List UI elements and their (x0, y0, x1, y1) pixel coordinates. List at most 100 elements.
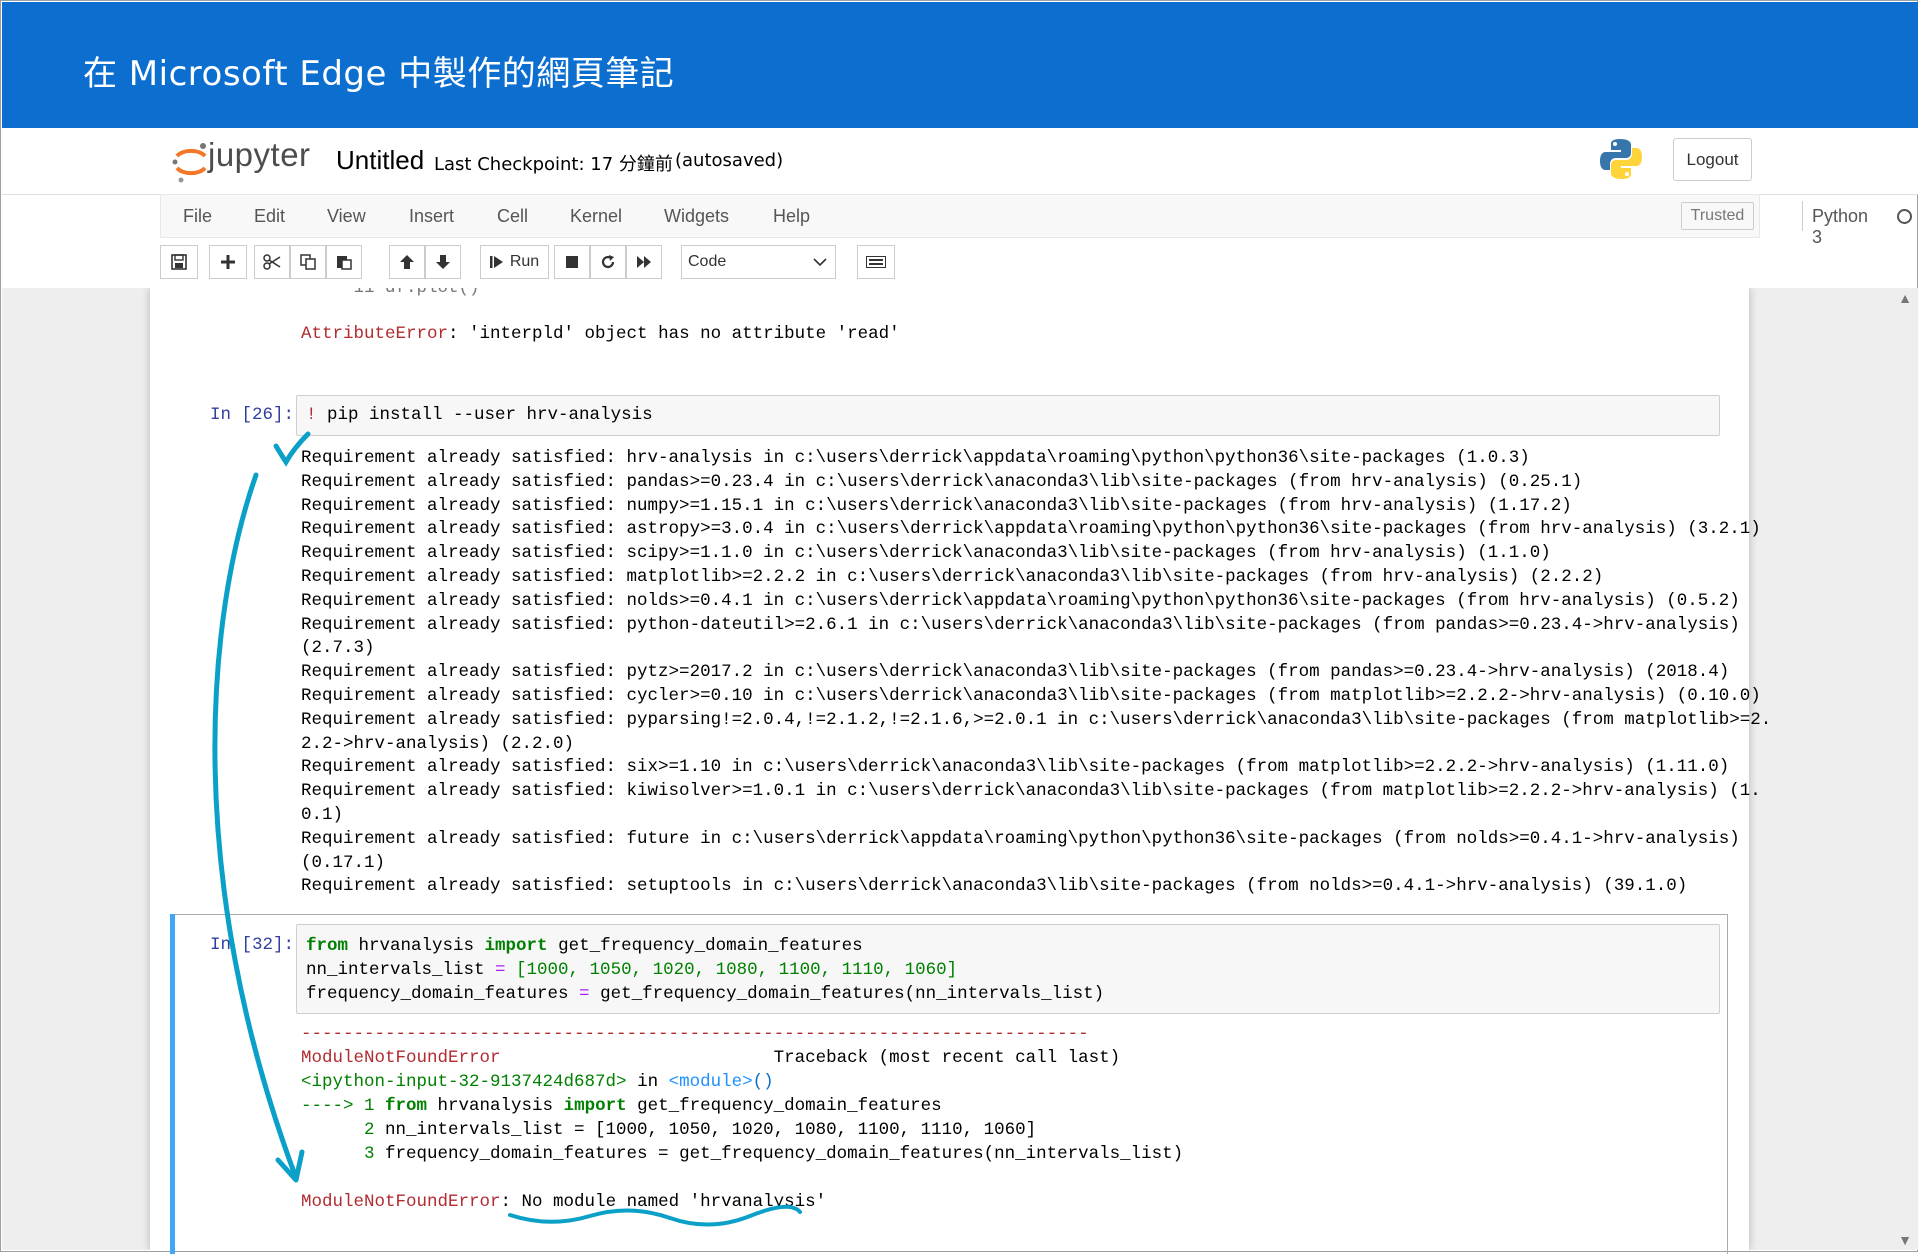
menu-cell[interactable]: Cell (497, 206, 528, 227)
restart-button[interactable] (590, 245, 626, 279)
pip-output-line: Requirement already satisfied: future in… (301, 828, 1740, 849)
move-up-button[interactable] (389, 245, 425, 279)
kernel-separator (1802, 201, 1803, 231)
jupyter-logo-text[interactable]: jupyter (208, 136, 311, 174)
final-error-name: ModuleNotFoundError (301, 1192, 501, 1212)
traceback-location: <ipython-input-32-9137424d687d> in <modu… (301, 1072, 774, 1092)
pip-output-line: Requirement already satisfied: hrv-analy… (301, 448, 1530, 468)
paste-icon (337, 256, 352, 270)
final-error-message: : No module named 'hrvanalysis' (500, 1192, 827, 1212)
pip-output-line: Requirement already satisfied: pytz>=201… (301, 662, 1730, 683)
line-number: 2 (301, 1120, 386, 1140)
traceback-line-3: 3 frequency_domain_features = get_freque… (301, 1144, 1183, 1164)
error-message: : 'interpld' object has no attribute 're… (448, 324, 900, 344)
pip-output-line: (0.17.1) (301, 852, 386, 873)
kw-import: import (484, 936, 548, 956)
menu-kernel[interactable]: Kernel (570, 206, 622, 227)
pip-command: pip install --user hrv-analysis (316, 405, 653, 425)
move-down-button[interactable] (425, 245, 461, 279)
banner-title: 在 Microsoft Edge 中製作的網頁筆記 (83, 54, 675, 94)
save-button[interactable] (160, 245, 198, 279)
traceback-dashes: ----------------------------------------… (301, 1024, 1089, 1044)
run-button[interactable]: Run (480, 245, 549, 279)
restart-run-all-button[interactable] (626, 245, 662, 279)
cell-type-select[interactable]: Code (681, 245, 836, 279)
pip-output-line: (2.7.3) (301, 638, 375, 659)
final-error-line: ModuleNotFoundError: No module named 'hr… (301, 1192, 826, 1212)
menu-edit[interactable]: Edit (254, 206, 285, 227)
logout-button[interactable]: Logout (1673, 138, 1752, 181)
python-logo-icon (1600, 139, 1642, 179)
import-name: get_frequency_domain_features (547, 936, 863, 956)
assign-op: = (495, 960, 506, 980)
menu-view[interactable]: View (327, 206, 366, 227)
insert-cell-button[interactable] (209, 245, 247, 279)
module-name: hrvanalysis (427, 1096, 564, 1116)
traceback-title: Traceback (most recent call last) (500, 1048, 1121, 1068)
cell-26-input[interactable]: ! pip install --user hrv-analysis (296, 395, 1720, 436)
list-literal: [1000, 1050, 1020, 1080, 1100, 1110, 106… (505, 960, 958, 980)
arrow-up-icon (400, 255, 414, 269)
traceback-line-2: 2 nn_intervals_list = [1000, 1050, 1020,… (301, 1120, 1036, 1140)
chevron-down-icon (813, 258, 827, 267)
pip-output-line: Requirement already satisfied: matplotli… (301, 567, 1604, 587)
parens: () (752, 1072, 774, 1092)
command-palette-button[interactable] (857, 245, 895, 279)
stop-icon (566, 256, 578, 268)
plus-icon (221, 255, 235, 269)
pip-output-line: Requirement already satisfied: scipy>=1.… (301, 543, 1551, 564)
fast-forward-icon (637, 256, 651, 268)
ipython-input-ref: <ipython-input-32-9137424d687d> (301, 1072, 627, 1092)
menu-widgets[interactable]: Widgets (664, 206, 729, 227)
function-call: get_frequency_domain_features(nn_interva… (589, 984, 1105, 1004)
trusted-badge[interactable]: Trusted (1681, 202, 1754, 230)
pip-output-line: Requirement already satisfied: kiwisolve… (301, 781, 1761, 802)
pip-output-line: Requirement already satisfied: python-da… (301, 614, 1740, 635)
keyboard-icon (866, 256, 886, 268)
traceback-line-1: ----> 1 from hrvanalysis import get_freq… (301, 1096, 942, 1116)
menu-insert[interactable]: Insert (409, 206, 454, 227)
kw-import: import (563, 1096, 627, 1116)
cell-32-code: from hrvanalysis import get_frequency_do… (306, 934, 1104, 1006)
save-icon (171, 254, 187, 270)
copy-icon (300, 254, 316, 270)
cell-26-prompt: In [26]: (210, 405, 295, 425)
jupyter-header: jupyter Untitled Last Checkpoint: 17 分鐘前… (2, 128, 1918, 195)
kernel-name[interactable]: Python 3 (1812, 206, 1868, 248)
cut-button[interactable] (254, 245, 290, 279)
menu-file[interactable]: File (183, 206, 212, 227)
scroll-down-icon[interactable]: ▼ (1898, 1232, 1912, 1248)
shell-bang: ! (306, 405, 317, 425)
cell-type-value: Code (688, 253, 727, 270)
kw-from: from (306, 936, 349, 956)
toolbar: Run Code (160, 245, 1760, 281)
scroll-up-icon[interactable]: ▲ (1898, 290, 1912, 306)
interrupt-button[interactable] (554, 245, 590, 279)
restart-icon (601, 255, 615, 269)
notebook-name[interactable]: Untitled (336, 145, 424, 176)
cell-32-prompt: In [32]: (210, 935, 295, 955)
line-number: 3 (301, 1144, 386, 1164)
pip-output-line: Requirement already satisfied: cycler>=0… (301, 686, 1761, 706)
pip-output-line: Requirement already satisfied: numpy>=1.… (301, 495, 1572, 516)
assign-op: = (579, 984, 590, 1004)
cell-32-input[interactable]: from hrvanalysis import get_frequency_do… (296, 924, 1720, 1014)
traceback-arrow: ----> 1 (301, 1096, 386, 1116)
in-word: in (626, 1072, 669, 1092)
scissors-icon (263, 254, 281, 270)
pip-output-line: Requirement already satisfied: nolds>=0.… (301, 590, 1740, 611)
cell-26-code: ! pip install --user hrv-analysis (306, 405, 653, 425)
traceback-code: nn_intervals_list = [1000, 1050, 1020, 1… (385, 1120, 1037, 1140)
last-checkpoint: Last Checkpoint: 17 分鐘前 (434, 154, 673, 175)
paste-button[interactable] (326, 245, 362, 279)
pip-output-line: 0.1) (301, 805, 344, 825)
error-name: AttributeError (301, 324, 449, 344)
var-freq-features: frequency_domain_features (306, 984, 580, 1004)
pip-output-line: 2.2->hrv-analysis) (2.2.0) (301, 733, 575, 754)
traceback-header: ModuleNotFoundError Traceback (most rece… (301, 1048, 1120, 1068)
autosave-status: (autosaved) (675, 150, 784, 171)
copy-button[interactable] (290, 245, 326, 279)
pip-output-line: Requirement already satisfied: astropy>=… (301, 519, 1761, 540)
menu-help[interactable]: Help (773, 206, 810, 227)
pip-output-line: Requirement already satisfied: setuptool… (301, 876, 1688, 897)
